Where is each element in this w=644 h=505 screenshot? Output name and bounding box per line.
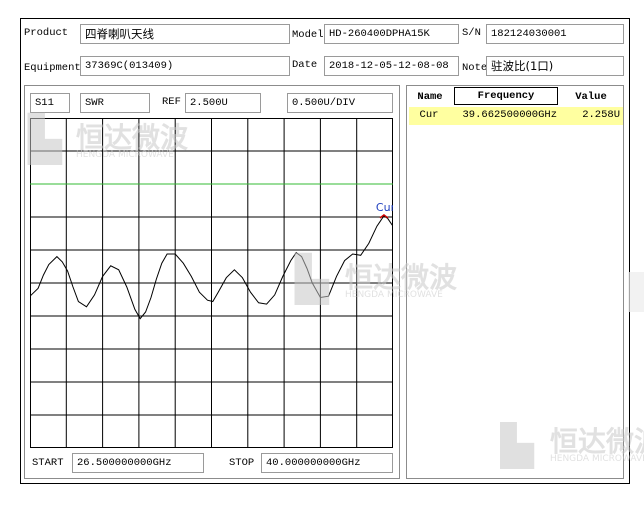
marker-name-cell: Cur <box>419 109 439 121</box>
param-field: S11 <box>30 93 70 113</box>
watermark-logo-icon: ▙ <box>28 114 62 165</box>
start-field: 26.500000000GHz <box>72 453 204 473</box>
product-field: 四脊喇叭天线 <box>80 24 290 44</box>
format-field: SWR <box>80 93 150 113</box>
stop-label: STOP <box>229 457 255 469</box>
col-name-header: Name <box>417 91 443 103</box>
equipment-field: 37369C(013409) <box>80 56 290 76</box>
scale-field: 0.500U/DIV <box>287 93 393 113</box>
note-field: 驻波比(1口) <box>486 56 624 76</box>
start-label: START <box>32 457 64 469</box>
marker-frequency-cell: 39.662500000GHz <box>462 109 557 121</box>
watermark-en: HENGDA MICROWAVE <box>550 454 644 464</box>
product-label: Product <box>24 27 69 39</box>
sn-field: 182124030001 <box>486 24 624 44</box>
note-label: Note <box>462 62 488 74</box>
model-label: Model <box>292 29 324 41</box>
watermark-logo-icon: ▙ <box>295 254 329 305</box>
date-field: 2018-12-05-12-08-08 <box>324 56 459 76</box>
col-frequency-header[interactable]: Frequency <box>454 87 558 105</box>
stop-field: 40.000000000GHz <box>261 453 393 473</box>
date-label: Date <box>292 59 318 71</box>
sn-label: S/N <box>462 27 481 39</box>
model-field: HD-260400DPHA15K <box>324 24 459 44</box>
col-value-header: Value <box>575 91 607 103</box>
watermark-logo-icon: ▙ <box>500 422 534 469</box>
watermark-en: HENGDA MICROWAVE <box>345 290 443 300</box>
table-row[interactable]: Cur 39.662500000GHz 2.258U <box>409 107 623 125</box>
equipment-label: Equipment <box>24 62 81 74</box>
watermark-edge <box>628 272 644 312</box>
ref-label: REF <box>162 96 181 108</box>
marker-label: Cur <box>376 201 393 214</box>
watermark-top-left: ▙ 恒达微波 HENGDA MICROWAVE <box>28 118 208 178</box>
watermark-bottom-right: ▙ 恒达微波 HENGDA MICROWAVE <box>500 422 644 482</box>
marker-value-cell: 2.258U <box>582 109 620 121</box>
watermark-en: HENGDA MICROWAVE <box>76 150 174 160</box>
ref-field: 2.500U <box>185 93 261 113</box>
watermark-middle: ▙ 恒达微波 HENGDA MICROWAVE <box>295 258 480 318</box>
